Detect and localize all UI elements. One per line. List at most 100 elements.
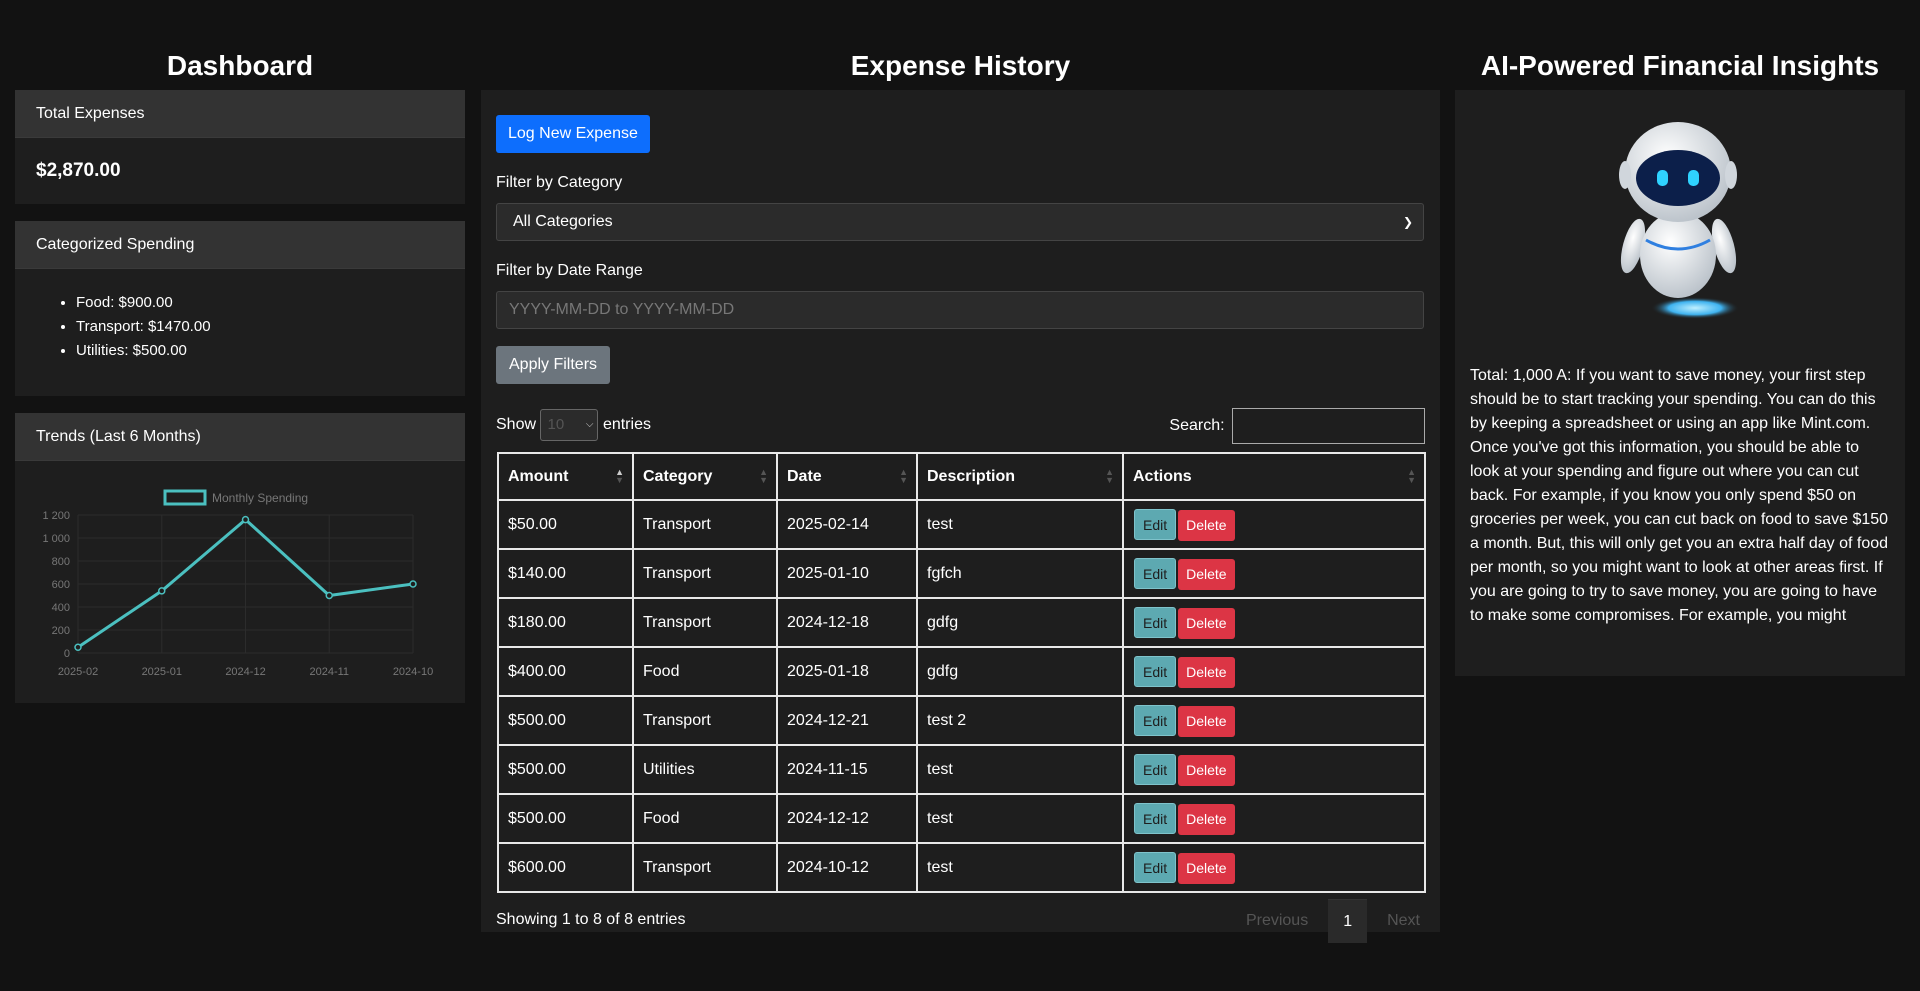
table-row: $400.00 Food 2025-01-18 gdfg Edit Delete [497, 646, 1426, 697]
table-cell: gdfg [916, 646, 1124, 697]
table-cell: test [916, 793, 1124, 844]
y-tick-label: 600 [52, 579, 70, 591]
edit-button[interactable]: Edit [1134, 802, 1177, 834]
data-point [158, 587, 166, 595]
previous-page-button[interactable]: Previous [1226, 899, 1328, 943]
expense-history-column: Expense History Log New Expense Filter b… [481, 0, 1440, 943]
entries-label: entries [602, 416, 651, 433]
robot-image [1470, 90, 1890, 364]
entries-length-select[interactable]: 10 ⌵ [540, 408, 599, 441]
table-cell: $140.00 [497, 548, 634, 599]
chevron-down-icon: ❯ [1402, 215, 1413, 229]
category-filter-select[interactable]: All Categories ❯ [496, 203, 1424, 241]
filter-category-label: Filter by Category [496, 174, 623, 191]
search-input[interactable] [1232, 408, 1425, 444]
y-tick-label: 200 [52, 625, 70, 637]
edit-button[interactable]: Edit [1134, 753, 1177, 785]
filter-date-label: Filter by Date Range [496, 262, 643, 279]
log-new-expense-button[interactable]: Log New Expense [496, 115, 650, 153]
table-cell: 2025-02-14 [776, 499, 918, 550]
table-cell: Food [632, 646, 778, 697]
actions-cell: Edit Delete [1122, 842, 1426, 893]
delete-button[interactable]: Delete [1178, 705, 1235, 737]
actions-cell: Edit Delete [1122, 597, 1426, 648]
table-cell: Food [632, 793, 778, 844]
sort-icon: ▲ ▼ [899, 467, 908, 485]
table-cell: $400.00 [497, 646, 634, 697]
x-tick-label: 2024-10 [393, 666, 433, 678]
sort-icon: ▲ ▼ [615, 467, 624, 485]
table-row: $140.00 Transport 2025-01-10 fgfch Edit Delet… [497, 548, 1426, 599]
table-row: $180.00 Transport 2024-12-18 gdfg Edit Delete [497, 597, 1426, 648]
x-tick-label: 2025-02 [58, 666, 98, 678]
table-row: $500.00 Food 2024-12-12 test Edit Delete [497, 793, 1426, 844]
expense-history-title: Expense History [850, 50, 1071, 81]
next-page-button[interactable]: Next [1367, 899, 1440, 943]
table-cell: Utilities [632, 744, 778, 795]
table-cell: Transport [632, 842, 778, 893]
insights-text: Total: 1,000 A: If you want to save mone… [1470, 367, 1889, 624]
legend-swatch [163, 489, 207, 506]
table-cell: 2024-11-15 [776, 744, 918, 795]
page-1-button[interactable]: 1 [1328, 899, 1368, 943]
dashboard-column: Dashboard Total Expenses $2,870.00 Categ… [15, 0, 465, 720]
edit-button[interactable]: Edit [1134, 851, 1177, 883]
table-cell: 2024-10-12 [776, 842, 918, 893]
delete-button[interactable]: Delete [1178, 509, 1235, 541]
table-row: $50.00 Transport 2025-02-14 test Edit Delete [497, 499, 1426, 550]
table-cell: 2024-12-18 [776, 597, 918, 648]
trends-header: Trends (Last 6 Months) [15, 413, 465, 461]
insights-panel: Total: 1,000 A: If you want to save mone… [1455, 90, 1905, 676]
column-description[interactable]: Description ▲ ▼ [916, 452, 1124, 501]
date-range-input[interactable]: YYYY-MM-DD to YYYY-MM-DD [496, 291, 1424, 329]
y-tick-label: 1 200 [42, 510, 70, 522]
sort-icon: ▲ ▼ [759, 467, 768, 485]
category-item: Food: $900.00 [76, 291, 444, 315]
table-cell: 2024-12-21 [776, 695, 918, 746]
apply-filters-button[interactable]: Apply Filters [496, 346, 611, 384]
y-tick-label: 0 [64, 648, 70, 660]
table-cell: 2024-12-12 [776, 793, 918, 844]
actions-cell: Edit Delete [1122, 499, 1426, 550]
categorized-spending-card: Categorized Spending Food: $900.00 Trans… [15, 221, 465, 396]
edit-button[interactable]: Edit [1134, 557, 1177, 589]
table-controls: Show 10 ⌵ entries Search: [496, 408, 1425, 444]
delete-button[interactable]: Delete [1178, 607, 1235, 639]
categorized-spending-header: Categorized Spending [15, 221, 465, 269]
data-point [409, 580, 417, 588]
edit-button[interactable]: Edit [1134, 508, 1177, 540]
delete-button[interactable]: Delete [1178, 803, 1235, 835]
insights-column: AI-Powered Financial Insights Total: 1,0… [1455, 0, 1905, 676]
actions-cell: Edit Delete [1122, 744, 1426, 795]
table-cell: $500.00 [497, 744, 634, 795]
column-category[interactable]: Category ▲ ▼ [632, 452, 778, 501]
table-cell: Transport [632, 597, 778, 648]
column-amount[interactable]: Amount ▲ ▼ [497, 452, 634, 501]
sort-icon: ▲ ▼ [1407, 467, 1416, 485]
total-expenses-header: Total Expenses [15, 90, 465, 138]
table-cell: test 2 [916, 695, 1124, 746]
table-info: Showing 1 to 8 of 8 entries [496, 911, 686, 928]
edit-button[interactable]: Edit [1134, 655, 1177, 687]
table-cell: test [916, 744, 1124, 795]
edit-button[interactable]: Edit [1134, 704, 1177, 736]
data-point [325, 591, 333, 600]
chevron-down-icon: ⌵ [585, 418, 594, 430]
table-cell: fgfch [916, 548, 1124, 599]
column-date[interactable]: Date ▲ ▼ [776, 452, 918, 501]
table-header-row: Amount ▲ ▼ Category ▲ ▼ Date ▲ ▼ Description ▲ ▼… [497, 452, 1426, 501]
edit-button[interactable]: Edit [1134, 606, 1177, 638]
delete-button[interactable]: Delete [1178, 852, 1235, 884]
table-cell: $500.00 [497, 695, 634, 746]
delete-button[interactable]: Delete [1178, 558, 1235, 590]
delete-button[interactable]: Delete [1178, 656, 1235, 688]
table-cell: gdfg [916, 597, 1124, 648]
dashboard-title: Dashboard [166, 50, 314, 81]
column-actions[interactable]: Actions ▲ ▼ [1122, 452, 1426, 501]
delete-button[interactable]: Delete [1178, 754, 1235, 786]
pagination: Previous 1 Next [1226, 899, 1440, 943]
robot-icon [1619, 122, 1739, 319]
table-cell: $500.00 [497, 793, 634, 844]
table-row: $500.00 Transport 2024-12-21 test 2 Edit Dele… [497, 695, 1426, 746]
sort-icon: ▲ ▼ [1105, 467, 1114, 485]
